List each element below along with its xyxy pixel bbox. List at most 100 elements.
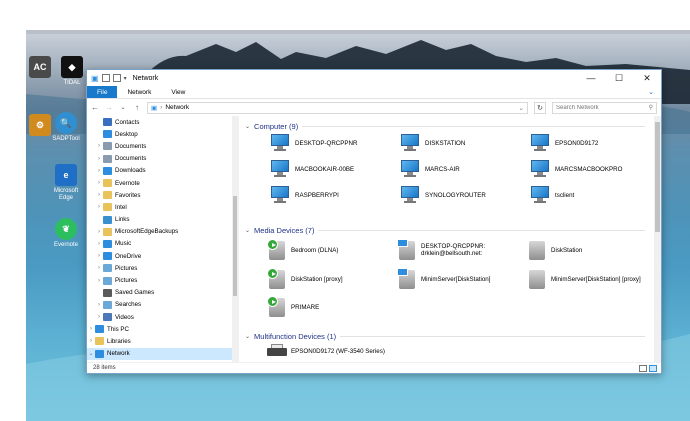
media-device-item[interactable]: DiskStation [527,239,652,261]
media-device-item[interactable]: PRIMARE [267,296,392,318]
collapse-chevron-icon[interactable]: ⌄ [245,333,250,340]
expand-chevron-icon[interactable]: ⌄ [87,350,95,357]
desktop-icon-tidal[interactable]: ◆ TIDAL [54,56,90,87]
expand-chevron-icon[interactable]: › [95,168,103,174]
sidebar-item-intel[interactable]: › Intel [87,201,233,213]
sidebar-item-pictures[interactable]: › Pictures [87,274,233,286]
maximize-button[interactable]: ☐ [605,70,633,86]
customize-toolbar-icon[interactable]: ▾ [124,75,127,82]
group-header[interactable]: ⌄ Multifunction Devices (1) [245,332,645,341]
expand-ribbon-icon[interactable]: ⌄ [641,86,661,98]
address-dropdown-icon[interactable]: ⌄ [519,104,524,112]
expand-chevron-icon[interactable]: › [95,253,103,259]
sidebar-item-favorites[interactable]: › Favorites [87,189,233,201]
tiles-view-button[interactable] [649,364,657,372]
device-label: SYNOLOGYROUTER [425,191,486,199]
back-button[interactable]: ← [91,103,99,112]
media-device-item[interactable]: MinimServer[DiskStation] [397,268,522,290]
expand-chevron-icon[interactable]: › [95,314,103,320]
media-device-icon [397,268,417,290]
expand-chevron-icon[interactable]: › [95,143,103,149]
folder-icon [103,191,112,200]
desktop-icon-evernote[interactable]: ❦ Evernote [48,218,84,249]
collapse-chevron-icon[interactable]: ⌄ [245,227,250,234]
sidebar-item-music[interactable]: › Music [87,238,233,250]
recent-locations-icon[interactable]: ⌄ [119,104,127,111]
group-header[interactable]: ⌄ Media Devices (7) [245,226,645,235]
computer-item[interactable]: MACBOOKAIR-00BE [269,160,394,178]
computer-item[interactable]: DISKSTATION [399,134,524,152]
content-scrollbar-thumb[interactable] [655,122,660,232]
sidebar-item-documents[interactable]: › Documents [87,153,233,165]
media-device-item[interactable]: MinimServer[DiskStation] [proxy] [527,268,652,290]
expand-chevron-icon[interactable]: › [95,204,103,210]
sidebar-item-searches[interactable]: › Searches [87,299,233,311]
media-device-item[interactable]: DESKTOP-QRCPPNR: drklein@bellsouth.net: [397,239,522,261]
sidebar-item-pictures[interactable]: › Pictures [87,262,233,274]
sidebar-item-label: Saved Games [115,289,155,297]
sidebar-item-links[interactable]: Links [87,214,233,226]
navigation-scrollbar[interactable] [232,116,238,362]
sidebar-item-this-pc[interactable]: › This PC [87,323,233,335]
expand-chevron-icon[interactable]: › [95,302,103,308]
expand-chevron-icon[interactable]: › [95,278,103,284]
expand-chevron-icon[interactable]: › [87,338,95,344]
media-device-item[interactable]: Bedroom (DLNA) [267,239,392,261]
tab-network[interactable]: Network [117,86,161,98]
sidebar-item-network[interactable]: ⌄ Network [87,347,233,360]
sidebar-item-microsoftedgebackups[interactable]: › MicrosoftEdgeBackups [87,226,233,238]
collapse-chevron-icon[interactable]: ⌄ [245,123,250,130]
expand-chevron-icon[interactable]: › [95,156,103,162]
sidebar-item-saved-games[interactable]: Saved Games [87,287,233,299]
expand-chevron-icon[interactable]: › [95,241,103,247]
search-box[interactable]: ⚲ [552,101,657,114]
computer-item[interactable]: MARCS-AIR [399,160,524,178]
close-button[interactable]: ✕ [633,70,661,86]
computer-item[interactable]: SYNOLOGYROUTER [399,186,524,204]
multifunction-device-item[interactable]: EPSON0D9172 (WF-3540 Series) [267,344,392,358]
device-label: MACBOOKAIR-00BE [295,165,355,173]
expand-chevron-icon[interactable]: › [95,229,103,235]
address-path: Network [165,104,190,111]
expand-chevron-icon[interactable]: › [95,192,103,198]
details-view-button[interactable] [639,364,647,372]
computer-item[interactable]: tsclient [529,186,654,204]
expand-chevron-icon[interactable]: › [87,326,95,332]
computer-item[interactable]: RASPBERRYPI [269,186,394,204]
computer-item[interactable]: DESKTOP-QRCPPNR [269,134,394,152]
sidebar-item-contacts[interactable]: Contacts [87,116,233,128]
media-device-item[interactable]: DiskStation [proxy] [267,268,392,290]
folder-icon [103,118,112,127]
search-input[interactable] [556,104,636,111]
minimize-button[interactable]: — [577,70,605,86]
expand-chevron-icon[interactable]: › [95,265,103,271]
sidebar-item-desktop[interactable]: Desktop [87,128,233,140]
tab-file[interactable]: File [87,86,118,98]
computer-item[interactable]: MARCSMACBOOKPRO [529,160,654,178]
expand-chevron-icon[interactable]: › [95,180,103,186]
new-folder-icon[interactable] [112,74,121,82]
computer-icon [399,160,421,178]
computer-item[interactable]: EPSON0D9172 [529,134,654,152]
group-header[interactable]: ⌄ Computer (9) [245,122,645,131]
properties-icon[interactable] [101,74,110,82]
desktop-icon-edge[interactable]: e Microsoft Edge [48,164,84,202]
tab-view[interactable]: View [161,86,195,98]
sidebar-item-documents[interactable]: › Documents [87,140,233,152]
sidebar-item-downloads[interactable]: › Downloads [87,165,233,177]
desktop-icon-audio[interactable]: AC [22,56,58,80]
content-scrollbar[interactable] [654,116,661,362]
refresh-button[interactable]: ↻ [534,101,546,114]
forward-button[interactable]: → [105,103,113,112]
navigation-scrollbar-thumb[interactable] [233,196,237,296]
sidebar-item-libraries[interactable]: › Libraries [87,335,233,347]
media-device-icon [267,296,287,318]
sidebar-item-label: Searches [115,301,142,309]
folder-icon [103,313,112,322]
sidebar-item-evernote[interactable]: › Evernote [87,177,233,189]
sidebar-item-onedrive[interactable]: › OneDrive [87,250,233,262]
desktop-icon-sadptool[interactable]: 🔍 SADPTool [48,112,84,143]
up-button[interactable]: ↑ [133,103,141,112]
address-bar[interactable]: ▣ › Network ⌄ [147,101,528,114]
sidebar-item-videos[interactable]: › Videos [87,311,233,323]
